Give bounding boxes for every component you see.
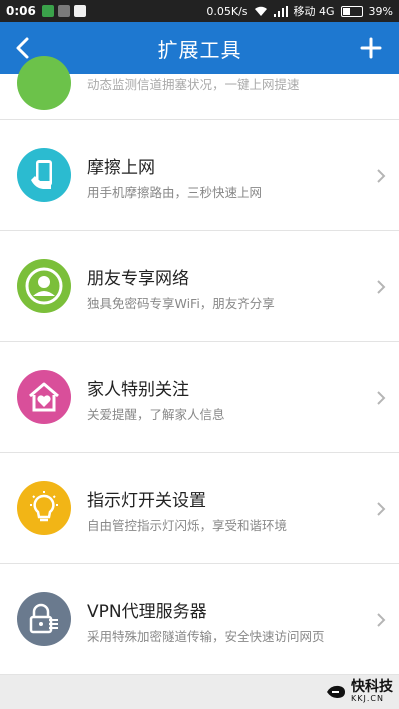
qq-notification-icon bbox=[73, 5, 86, 17]
chevron-right-icon bbox=[377, 391, 386, 405]
add-icon[interactable] bbox=[357, 34, 385, 62]
watermark-brand: 快科技 bbox=[351, 679, 393, 695]
battery-percent: 39% bbox=[368, 4, 393, 18]
app-notification-icon bbox=[41, 5, 54, 17]
house-heart-icon bbox=[17, 370, 71, 424]
signal-icon bbox=[273, 5, 288, 17]
tool-item-title: 朋友专享网络 bbox=[87, 269, 189, 289]
tool-item-title: VPN代理服务器 bbox=[87, 602, 207, 622]
status-bar: 0:06 0.05K/s 移动 4G 39% bbox=[0, 0, 399, 22]
tool-item-speedup[interactable]: 动态监测信道拥塞状况，一键上网提速 bbox=[0, 56, 399, 120]
tool-item-title: 摩擦上网 bbox=[87, 158, 155, 178]
tool-item-desc: 采用特殊加密隧道传输，安全快速访问网页 bbox=[87, 629, 325, 644]
speedup-icon bbox=[17, 56, 71, 110]
tool-item-friend-network[interactable]: 朋友专享网络 独具免密码专享WiFi，朋友齐分享 bbox=[0, 231, 399, 342]
friend-user-icon bbox=[17, 259, 71, 313]
wifi-icon bbox=[254, 6, 267, 16]
network-speed: 0.05K/s bbox=[206, 4, 248, 18]
chevron-right-icon bbox=[377, 613, 386, 627]
chevron-right-icon bbox=[377, 280, 386, 294]
watermark: 快科技 KKJ.CN bbox=[325, 680, 393, 703]
tool-item-desc: 自由管控指示灯闪烁，享受和谐环境 bbox=[87, 518, 288, 533]
app-notification-icon bbox=[57, 5, 70, 17]
tool-item-title: 指示灯开关设置 bbox=[87, 491, 206, 511]
battery-fill bbox=[342, 7, 350, 15]
battery-icon bbox=[340, 5, 363, 17]
tool-item-desc: 用手机摩擦路由，三秒快速上网 bbox=[87, 185, 263, 200]
phone-hand-icon bbox=[17, 148, 71, 202]
watermark-logo-icon bbox=[327, 685, 345, 698]
tool-item-family-watch[interactable]: 家人特别关注 关爱提醒，了解家人信息 bbox=[0, 342, 399, 453]
chevron-right-icon bbox=[377, 169, 386, 183]
tool-item-title: 家人特别关注 bbox=[87, 380, 189, 400]
status-time: 0:06 bbox=[6, 4, 36, 18]
chevron-right-icon bbox=[377, 502, 386, 516]
page-title: 扩展工具 bbox=[157, 37, 242, 62]
lock-icon bbox=[17, 592, 71, 646]
tool-item-desc: 动态监测信道拥塞状况，一键上网提速 bbox=[87, 77, 300, 92]
carrier-label: 移动 4G bbox=[293, 5, 335, 18]
tool-item-desc: 独具免密码专享WiFi，朋友齐分享 bbox=[87, 296, 275, 311]
tool-item-vpn-proxy[interactable]: VPN代理服务器 采用特殊加密隧道传输，安全快速访问网页 bbox=[0, 564, 399, 675]
tool-item-indicator-light[interactable]: 指示灯开关设置 自由管控指示灯闪烁，享受和谐环境 bbox=[0, 453, 399, 564]
watermark-url: KKJ.CN bbox=[351, 694, 384, 703]
lightbulb-icon bbox=[17, 481, 71, 535]
tool-item-desc: 关爱提醒，了解家人信息 bbox=[87, 407, 225, 422]
tool-item-rub-connect[interactable]: 摩擦上网 用手机摩擦路由，三秒快速上网 bbox=[0, 120, 399, 231]
